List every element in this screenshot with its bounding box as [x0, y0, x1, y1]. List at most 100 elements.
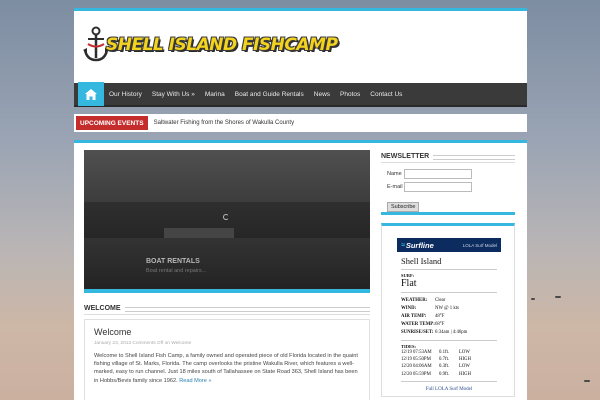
full-surf-model-link[interactable]: Full LOLA Surf Model	[397, 387, 501, 392]
tide-row: 12/19 07:53AM 0.1ft. LOW	[401, 349, 501, 356]
surf-report-widget: ≈ Surfline LOLA Surf Model Shell Island …	[381, 223, 515, 397]
anchor-icon	[82, 26, 110, 64]
surfline-logo[interactable]: ≈ Surfline	[401, 241, 434, 250]
main-nav: Our History Stay With Us » Marina Boat a…	[74, 82, 527, 107]
post-meta: January 23, 2013 Comments Off on Welcome	[94, 341, 192, 346]
sidebar-heading-text: Newsletter	[381, 153, 430, 160]
condition-value: NW @ 1 kts	[435, 306, 459, 311]
condition-row: WEATHER: Clear	[401, 297, 501, 305]
tide-date: 12/19	[401, 350, 412, 355]
slider-accent-bar	[84, 289, 370, 293]
condition-key: AIR TEMP:	[401, 314, 427, 319]
bird-silhouette	[555, 296, 561, 298]
logo-text: SHELL ISLAND FISHCAMP	[106, 35, 338, 55]
slider-image-water	[84, 238, 370, 293]
condition-row: AIR TEMP: 48°F	[401, 313, 501, 321]
divider	[401, 292, 497, 293]
condition-row: WIND: NW @ 1 kts	[401, 305, 501, 313]
tide-date: 12/20	[401, 364, 412, 370]
wave-icon: ≈	[401, 241, 405, 249]
email-label: E-mail	[387, 183, 403, 190]
post-excerpt: Welcome to Shell Island Fish Camp, a fam…	[94, 352, 360, 385]
tide-level: HIGH	[459, 371, 471, 377]
surfline-brand: Surfline	[405, 240, 434, 250]
tide-height: 0.3ft.	[439, 364, 450, 370]
tide-row: 12/20 05:59PM 0.9ft. HIGH	[401, 371, 501, 378]
loading-spinner-icon	[223, 214, 229, 220]
ticker-link[interactable]: Saltwater Fishing from the Shores of Wak…	[154, 120, 295, 126]
tide-time: 05:50PM	[413, 357, 431, 363]
main-content: BOAT RENTALS Boat rental and repairs... …	[74, 140, 527, 400]
nav-item-boat-and-guide-rentals[interactable]: Boat and Guide Rentals	[230, 91, 309, 98]
surf-report-panel: ≈ Surfline LOLA Surf Model Shell Island …	[397, 238, 501, 393]
tide-height: 0.7ft.	[439, 357, 450, 363]
condition-value: Clear	[435, 298, 446, 303]
tide-row: 12/19 05:50PM 0.7ft. HIGH	[401, 356, 501, 363]
bird-silhouette	[584, 380, 590, 382]
condition-value: 6:34am | 4:46pm	[435, 330, 468, 335]
nav-item-stay-with-us[interactable]: Stay With Us »	[147, 91, 200, 98]
read-more-link[interactable]: Read More »	[179, 378, 211, 384]
divider	[401, 380, 497, 382]
divider	[401, 269, 497, 270]
nav-item-photos[interactable]: Photos	[335, 91, 365, 98]
surf-value: Flat	[401, 278, 417, 289]
condition-value: 68°F	[435, 322, 445, 327]
condition-key: WEATHER:	[401, 298, 428, 303]
featured-slider[interactable]: BOAT RENTALS Boat rental and repairs...	[84, 150, 370, 293]
slider-subtitle: Boat rental and repairs...	[146, 268, 207, 274]
nav-item-news[interactable]: News	[309, 91, 335, 98]
surf-model-label: LOLA Surf Model	[462, 242, 497, 248]
tide-time: 07:53AM	[413, 350, 432, 355]
tide-level: LOW	[459, 350, 470, 355]
ticker-label: Upcoming Events	[76, 116, 148, 130]
site-logo[interactable]: SHELL ISLAND FISHCAMP	[82, 25, 338, 65]
tide-level: LOW	[459, 364, 470, 370]
slider-title: BOAT RENTALS	[146, 258, 200, 265]
tide-row: 12/20 04:06AM 0.3ft. LOW	[401, 363, 501, 370]
name-row: Name	[387, 167, 515, 180]
section-heading-text: Welcome	[84, 305, 121, 312]
condition-key: WATER TEMP:	[401, 322, 435, 327]
surf-header: ≈ Surfline LOLA Surf Model	[397, 238, 501, 252]
condition-row: WATER TEMP: 68°F	[401, 321, 501, 329]
tide-date: 12/20	[401, 371, 412, 377]
post-excerpt-text: Welcome to Shell Island Fish Camp, a fam…	[94, 353, 358, 384]
site-header: SHELL ISLAND FISHCAMP	[74, 8, 527, 83]
tide-time: 05:59PM	[413, 371, 431, 377]
name-label: Name	[387, 170, 402, 177]
subscribe-button[interactable]: Subscribe	[387, 202, 420, 212]
events-ticker: Upcoming Events Saltwater Fishing from t…	[74, 114, 527, 132]
surf-spot-name: Shell Island	[401, 256, 442, 266]
slider-image-dock	[164, 228, 234, 238]
email-field[interactable]	[404, 181, 472, 192]
name-field[interactable]	[404, 168, 472, 179]
tide-level: HIGH	[459, 357, 471, 363]
nav-item-our-history[interactable]: Our History	[104, 91, 147, 98]
bird-silhouette	[531, 298, 535, 300]
slider-caption[interactable]: BOAT RENTALS Boat rental and repairs...	[146, 258, 206, 274]
tide-time: 04:06AM	[413, 364, 432, 370]
condition-row: SUNRISE/SET: 6:34am | 4:46pm	[401, 329, 501, 337]
nav-home-button[interactable]	[78, 82, 104, 106]
condition-value: 48°F	[435, 314, 445, 319]
nav-item-contact-us[interactable]: Contact Us	[365, 91, 407, 98]
email-row: E-mail	[387, 180, 515, 193]
conditions-table: WEATHER: Clear WIND: NW @ 1 kts AIR TEMP: 4…	[401, 297, 501, 337]
heading-rule	[124, 307, 370, 312]
nav-item-marina[interactable]: Marina	[200, 91, 230, 98]
welcome-post: Welcome January 23, 2013 Comments Off on…	[84, 319, 370, 400]
divider	[401, 340, 497, 341]
newsletter-accent-bar	[381, 212, 515, 215]
heading-rule	[433, 155, 515, 160]
newsletter-heading: Newsletter	[381, 151, 515, 163]
home-icon	[85, 88, 97, 100]
tide-height: 0.1ft.	[439, 350, 450, 355]
post-title[interactable]: Welcome	[94, 327, 131, 337]
tide-date: 12/19	[401, 357, 412, 363]
condition-key: WIND:	[401, 306, 417, 311]
condition-key: SUNRISE/SET:	[401, 330, 434, 335]
newsletter-form: Name E-mail Subscribe	[381, 167, 515, 212]
welcome-section-heading: Welcome	[84, 303, 370, 315]
tide-height: 0.9ft.	[439, 371, 450, 377]
